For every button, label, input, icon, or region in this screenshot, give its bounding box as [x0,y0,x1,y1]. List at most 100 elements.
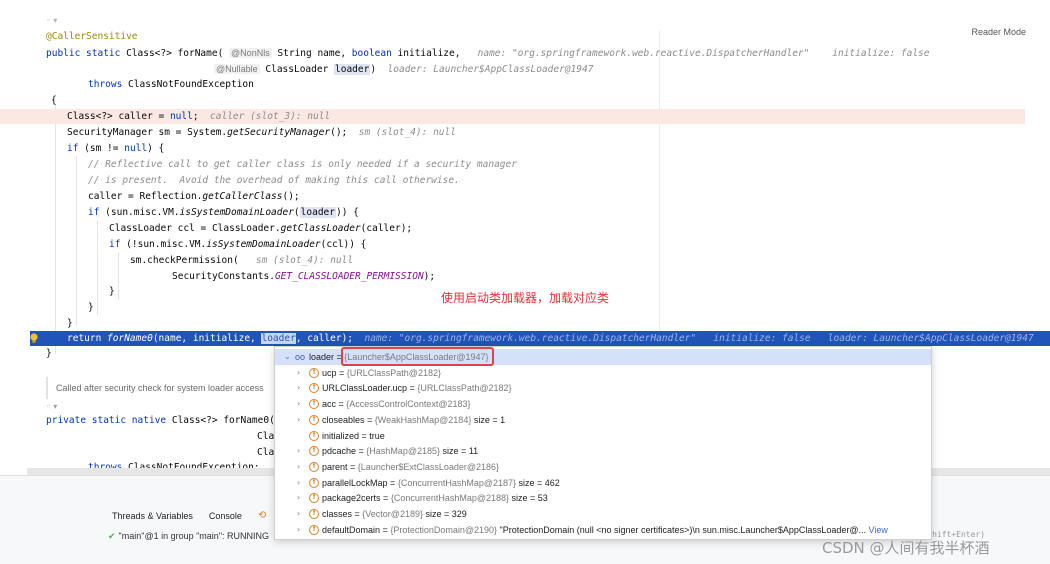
chevron-right-icon[interactable]: › [297,365,300,381]
code-token: (); [330,127,348,138]
code-token: )) { [335,207,359,218]
code-method: isSystemDomainLoader [179,207,294,218]
reader-mode-button[interactable]: Reader Mode [971,27,1026,37]
variable-row[interactable]: f initialized = true [275,428,931,444]
chevron-right-icon[interactable]: › [297,522,300,538]
variable-name: closeables [322,414,365,425]
code-keyword: throws [88,79,123,90]
chevron-right-icon[interactable]: › [297,475,300,491]
variable-entry: parent = {Launcher$ExtClassLoader@2186} [322,459,499,475]
variable-value: {ConcurrentHashMap@2188} [390,493,510,504]
chevron-right-icon[interactable]: › [297,459,300,475]
variable-name: parent [322,461,348,472]
variable-extra: size = 11 [439,446,479,457]
code-token: ); [423,271,436,282]
variable-row[interactable]: › f parallelLockMap = {ConcurrentHashMap@2… [275,475,931,491]
code-token: ) { [147,143,165,154]
gutter-hint: ◦ ▾ [46,16,58,25]
variable-extra: size = 329 [422,509,467,519]
variable-row[interactable]: › f ucp = {URLClassPath@2182} [275,365,931,381]
nullable-annotation: @Nullable [214,64,260,74]
loader-reference[interactable]: loader [299,207,336,218]
variable-extra: size = 1 [471,414,506,425]
variable-entry: acc = {AccessControlContext@2183} [322,396,471,412]
gutter-hint: ◦ ▾ [46,402,58,411]
variable-entry: closeables = {WeakHashMap@2184} size = 1 [322,412,505,428]
code-comment: // is present. Avoid the overhead of mak… [88,175,460,186]
code-line-if-sm: if (sm != null) { [67,141,164,157]
equals-sign: = [380,493,391,504]
variable-extra: size = 462 [516,477,560,488]
variable-value: true [369,430,385,441]
field-icon: f [309,414,319,425]
chevron-right-icon[interactable]: › [297,506,300,522]
variable-value: {Vector@2189} [362,509,423,519]
code-line-caller: Class<?> caller = null; caller (slot_3):… [67,109,330,125]
code-line-declaration: public static Class<?> forName( @NonNls … [46,45,930,61]
chevron-right-icon[interactable]: › [297,396,300,412]
loader-param[interactable]: loader [334,64,371,75]
variable-row[interactable]: › f closeables = {WeakHashMap@2184} size =… [275,412,931,428]
tab-threads-variables[interactable]: Threads & Variables [112,511,193,521]
chevron-down-icon[interactable]: ⌄ [284,349,291,365]
loader-selected[interactable]: loader [261,333,296,344]
code-line-return: return forName0(name, initialize, loader… [67,331,1050,347]
variable-value: {URLClassPath@2182} [346,367,441,378]
code-token: ) [370,64,377,75]
chevron-right-icon[interactable]: › [297,412,300,428]
view-link[interactable]: View [866,525,888,535]
field-icon: f [309,477,319,488]
tab-console[interactable]: Console [209,511,242,521]
equals-sign: = [387,477,398,488]
code-comment: // Reflective call to get caller class i… [88,159,517,170]
code-token: initialize, [391,48,461,59]
variable-name: classes [322,509,353,519]
variable-name: ucp [322,367,337,378]
inline-value-hint: loader: Launcher$AppClassLoader@1947 [387,64,594,75]
field-icon: f [309,383,319,394]
code-token: SecurityConstants. [172,271,275,282]
check-icon: ✔ [108,531,116,541]
equals-sign: = [336,367,347,378]
code-line-if-ccl: if (!sun.misc.VM.isSystemDomainLoader(cc… [109,237,366,253]
variable-extra: size = 53 [509,493,548,504]
code-token: sm.checkPermission( [130,255,239,266]
thread-row[interactable]: ✔ "main"@1 in group "main": RUNNING [108,531,269,542]
code-line-if-system-loader: if (sun.misc.VM.isSystemDomainLoader(loa… [88,205,359,221]
code-token: Class<?> forName( [126,48,224,59]
variable-row[interactable]: › f parent = {Launcher$ExtClassLoader@2186… [275,459,931,475]
field-icon: f [309,524,319,535]
code-keyword: if [109,239,121,250]
variable-row[interactable]: › f pdcache = {HashMap@2185} size = 11 [275,443,931,459]
variable-value: {AccessControlContext@2183} [346,399,471,410]
variable-row[interactable]: › f package2certs = {ConcurrentHashMap@218… [275,490,931,506]
variable-inspector-popup[interactable]: ⌄ oo loader = {Launcher$AppClassLoader@194… [274,346,932,540]
code-brace: } [67,318,73,329]
selection-highlight-box [341,347,494,366]
code-token: Cla [257,447,275,458]
step-icon[interactable]: ⟲ [258,510,270,522]
variable-row[interactable]: › f classes = {Vector@2189} size = 329 [275,506,931,522]
chevron-right-icon[interactable]: › [297,490,300,506]
code-keyword: null [124,143,148,154]
code-keyword: if [67,143,79,154]
variable-row[interactable]: › f URLClassLoader.ucp = {URLClassPath@218… [275,380,931,396]
variable-row[interactable]: › f acc = {AccessControlContext@2183} [275,396,931,412]
field-icon: f [309,430,319,441]
object-icon: oo [295,352,306,362]
equals-sign: = [352,509,363,519]
variable-row[interactable]: › f defaultDomain = {ProtectionDomain@2190… [275,522,931,538]
field-icon: f [309,461,319,472]
chevron-right-icon[interactable]: › [297,380,300,396]
code-line-native: private static native Class<?> forName0(… [46,413,292,429]
variable-value: {ConcurrentHashMap@2187} [397,477,517,488]
chevron-right-icon[interactable]: › [297,443,300,459]
code-keyword: public static [46,48,127,59]
variable-name: acc [322,399,337,410]
inline-value-hint: sm (slot_4): null [358,127,456,138]
watermark: CSDN @人间有我半杯酒 [822,539,990,557]
variable-name: parallelLockMap [322,477,388,488]
bulb-icon[interactable] [28,332,40,344]
field-icon: f [309,493,319,504]
equals-sign: = [359,430,370,441]
